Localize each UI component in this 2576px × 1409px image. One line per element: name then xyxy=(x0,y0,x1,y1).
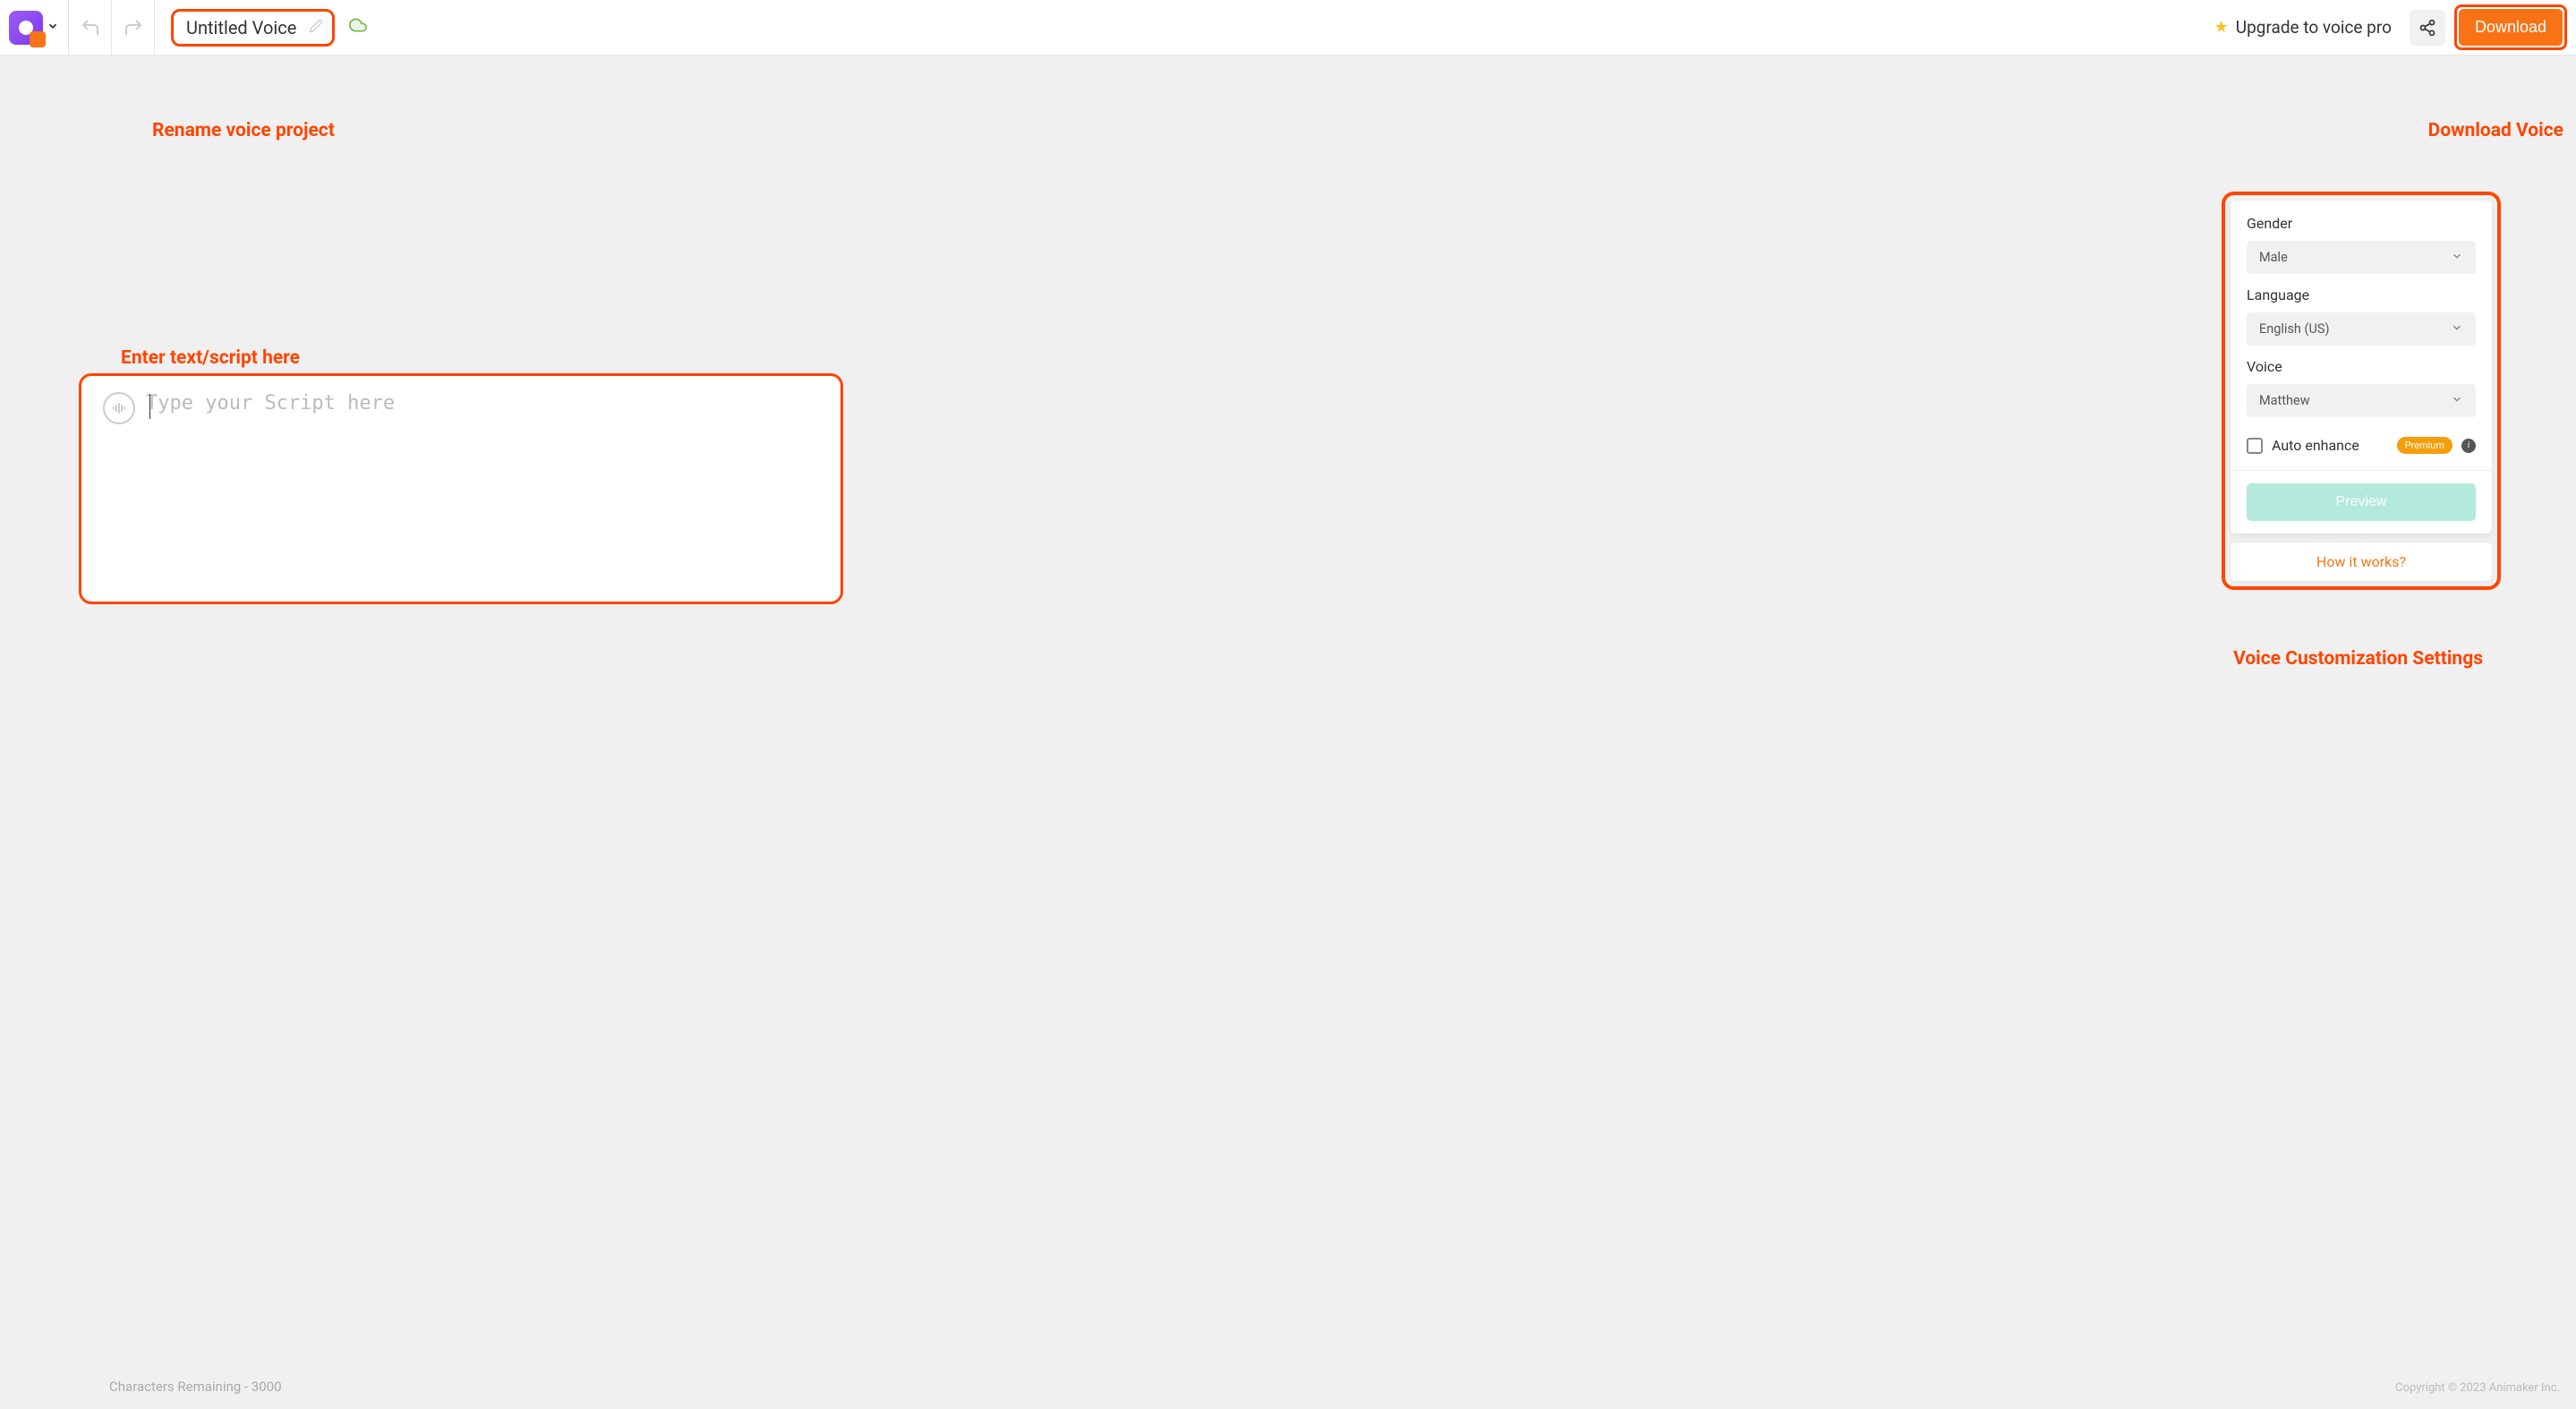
script-input[interactable] xyxy=(146,392,819,437)
title-group: Untitled Voice xyxy=(171,9,369,47)
divider xyxy=(2231,470,2492,471)
download-button[interactable]: Download xyxy=(2459,9,2563,46)
voice-field: Voice Matthew xyxy=(2247,358,2476,417)
annotation-download: Download Voice xyxy=(2428,120,2563,141)
gender-value: Male xyxy=(2259,250,2288,265)
gender-label: Gender xyxy=(2247,215,2476,232)
annotation-enter-text: Enter text/script here xyxy=(121,347,300,369)
project-title-box[interactable]: Untitled Voice xyxy=(171,9,335,47)
voice-label: Voice xyxy=(2247,358,2476,375)
download-button-highlight: Download xyxy=(2454,4,2567,50)
language-label: Language xyxy=(2247,286,2476,303)
voice-select[interactable]: Matthew xyxy=(2247,384,2476,417)
how-it-works-card: How it works? xyxy=(2231,542,2492,581)
history-buttons xyxy=(69,0,155,55)
gender-select[interactable]: Male xyxy=(2247,241,2476,274)
main-area: Rename voice project Download Voice Ente… xyxy=(0,56,2576,1409)
gender-field: Gender Male xyxy=(2247,215,2476,274)
share-button[interactable] xyxy=(2410,10,2445,46)
cloud-sync-icon xyxy=(347,16,369,38)
info-icon[interactable]: i xyxy=(2461,439,2476,453)
settings-panel: Gender Male Language English (US) xyxy=(2231,201,2492,534)
annotation-voice-settings: Voice Customization Settings xyxy=(2233,648,2483,670)
voice-value: Matthew xyxy=(2259,393,2310,408)
auto-enhance-checkbox[interactable] xyxy=(2247,438,2263,454)
header: Untitled Voice ★ Upgrade to voice pro Do… xyxy=(0,0,2576,56)
logo-dropdown-icon[interactable] xyxy=(47,20,59,36)
logo-group xyxy=(9,0,69,55)
waveform-icon xyxy=(103,392,135,424)
chars-remaining: Characters Remaining - 3000 xyxy=(109,1379,282,1395)
script-container xyxy=(79,373,843,604)
copyright: Copyright © 2023 Animaker Inc. xyxy=(2395,1381,2560,1395)
upgrade-text: Upgrade to voice pro xyxy=(2236,17,2392,38)
star-icon: ★ xyxy=(2214,18,2229,37)
annotation-rename: Rename voice project xyxy=(152,120,335,141)
chevron-down-icon xyxy=(2451,321,2463,337)
premium-badge: Premium xyxy=(2397,437,2452,454)
chevron-down-icon xyxy=(2451,393,2463,408)
edit-icon[interactable] xyxy=(309,19,323,37)
redo-button[interactable] xyxy=(112,0,155,55)
upgrade-link[interactable]: ★ Upgrade to voice pro xyxy=(2214,17,2392,38)
text-cursor xyxy=(149,394,150,419)
undo-button[interactable] xyxy=(69,0,112,55)
settings-highlight: Gender Male Language English (US) xyxy=(2222,192,2501,590)
language-field: Language English (US) xyxy=(2247,286,2476,346)
language-value: English (US) xyxy=(2259,321,2330,337)
auto-enhance-row: Auto enhance Premium i xyxy=(2247,430,2476,461)
preview-button[interactable]: Preview xyxy=(2247,483,2476,521)
language-select[interactable]: English (US) xyxy=(2247,312,2476,346)
app-logo[interactable] xyxy=(9,11,43,45)
auto-enhance-label: Auto enhance xyxy=(2272,437,2388,454)
project-title: Untitled Voice xyxy=(186,17,296,38)
chevron-down-icon xyxy=(2451,250,2463,265)
how-it-works-link[interactable]: How it works? xyxy=(2316,553,2406,570)
